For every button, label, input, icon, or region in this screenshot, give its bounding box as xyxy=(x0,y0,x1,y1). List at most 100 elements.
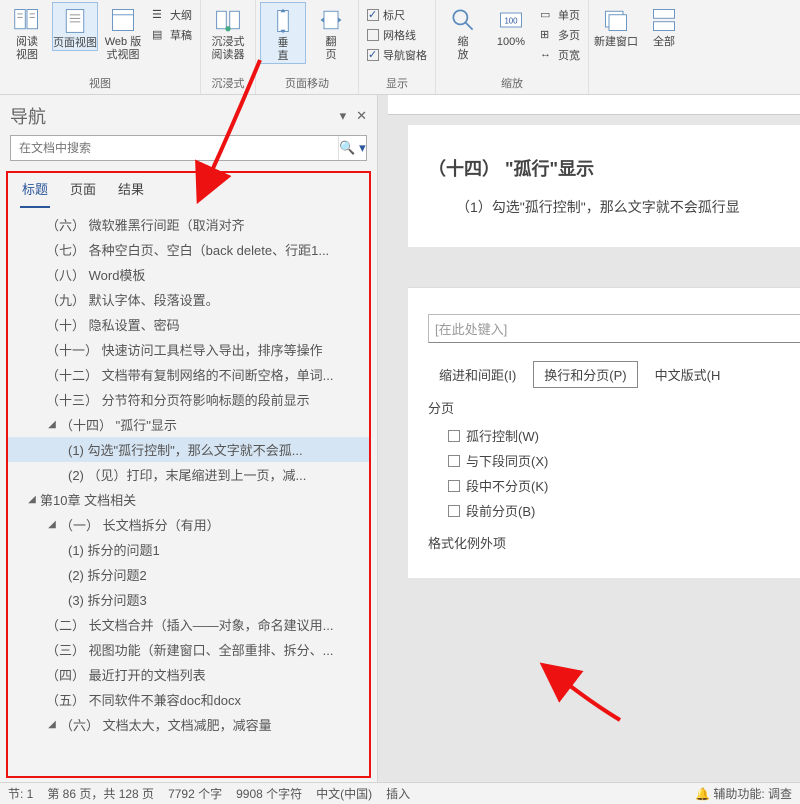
vertical-button[interactable]: 垂直 xyxy=(260,2,306,64)
widow-control-checkbox[interactable]: 孤行控制(W) xyxy=(428,423,800,448)
ribbon-group-zoom: 缩放 100 100% ▭单页 ⊞多页 ↔页宽 缩放 xyxy=(436,0,589,94)
status-page[interactable]: 第 86 页，共 128 页 xyxy=(47,785,154,802)
ruler[interactable] xyxy=(388,95,800,115)
nav-close-icon[interactable]: ✕ xyxy=(356,108,367,124)
outline-button[interactable]: ☰大纲 xyxy=(148,6,196,24)
keep-next-checkbox[interactable]: 与下段同页(X) xyxy=(428,448,800,473)
immersive-label: 沉浸式阅读器 xyxy=(212,36,245,62)
hundred-label: 100% xyxy=(497,36,525,49)
tree-item[interactable]: （二） 长文档合并（插入——对象，命名建议用... xyxy=(8,612,369,637)
ribbon-group-show: 标尺 网格线 导航窗格 显示 xyxy=(359,0,436,94)
tree-item[interactable]: （四） 最近打开的文档列表 xyxy=(8,662,369,687)
all-windows-button[interactable]: 全部 xyxy=(641,2,687,49)
group-label-pagemove: 页面移动 xyxy=(285,73,329,94)
multi-page-button[interactable]: ⊞多页 xyxy=(536,26,584,44)
grid-checkbox[interactable]: 网格线 xyxy=(363,26,431,44)
tree-item[interactable]: （六） 微软雅黑行间距（取消对齐 xyxy=(8,212,369,237)
navigation-pane: 导航 ▾ ✕ 🔍 ▾ 标题 页面 结果 （六） 微软雅黑行间距（取消对齐 （七）… xyxy=(0,95,378,782)
tree-item[interactable]: （十） 隐私设置、密码 xyxy=(8,312,369,337)
read-view-button[interactable]: 阅读视图 xyxy=(4,2,50,62)
tree-item[interactable]: ◢（六） 文档太大，文档减肥，减容量 xyxy=(8,712,369,737)
annotation-red-box: 标题 页面 结果 （六） 微软雅黑行间距（取消对齐 （七） 各种空白页、空白（b… xyxy=(6,171,371,778)
zoom-button[interactable]: 缩放 xyxy=(440,2,486,62)
headings-tree: （六） 微软雅黑行间距（取消对齐 （七） 各种空白页、空白（back delet… xyxy=(8,208,369,741)
ribbon-group-immersive: 沉浸式阅读器 沉浸式 xyxy=(201,0,256,94)
tree-item[interactable]: （五） 不同软件不兼容doc和docx xyxy=(8,687,369,712)
tab-indent[interactable]: 缩进和间距(I) xyxy=(428,361,527,388)
magnifier-icon xyxy=(449,6,477,34)
hundred-button[interactable]: 100 100% xyxy=(488,2,534,49)
tree-item[interactable]: (3) 拆分问题3 xyxy=(8,587,369,612)
single-page-button[interactable]: ▭单页 xyxy=(536,6,584,24)
tree-item[interactable]: （九） 默认字体、段落设置。 xyxy=(8,287,369,312)
all-label: 全部 xyxy=(653,36,675,49)
document-page[interactable]: （十四） "孤行"显示 （1）勾选"孤行控制"，那么文字就不会孤行显 xyxy=(408,125,800,247)
tab-linebreak[interactable]: 换行和分页(P) xyxy=(533,361,637,388)
web-view-button[interactable]: Web 版式视图 xyxy=(100,2,146,62)
flip-button[interactable]: 翻页 xyxy=(308,2,354,62)
document-area: （十四） "孤行"显示 （1）勾选"孤行控制"，那么文字就不会孤行显 [在此处键… xyxy=(378,95,800,782)
ruler-checkbox[interactable]: 标尺 xyxy=(363,6,431,24)
group-label-views: 视图 xyxy=(89,73,111,94)
tree-item[interactable]: (2) （见）打印，末尾缩进到上一页，减... xyxy=(8,462,369,487)
tree-item[interactable]: ◢第10章 文档相关 xyxy=(8,487,369,512)
tree-item[interactable]: （十二） 文档带有复制网络的不间断空格，单词... xyxy=(8,362,369,387)
page-icon xyxy=(61,7,89,35)
nav-header: 导航 ▾ ✕ xyxy=(0,95,377,135)
page-width-button[interactable]: ↔页宽 xyxy=(536,46,584,64)
draft-button[interactable]: ▤草稿 xyxy=(148,26,196,44)
tab-pages[interactable]: 页面 xyxy=(68,173,98,208)
dialog-section-label: 分页 xyxy=(428,398,800,417)
page-break-checkbox[interactable]: 段前分页(B) xyxy=(428,498,800,523)
page-view-label: 页面视图 xyxy=(53,37,97,50)
vertical-icon xyxy=(269,7,297,35)
search-icon[interactable]: 🔍 ▾ xyxy=(338,136,366,160)
navpane-checkbox[interactable]: 导航窗格 xyxy=(363,46,431,64)
group-label-immersive: 沉浸式 xyxy=(212,73,245,94)
type-here-placeholder[interactable]: [在此处键入] xyxy=(428,314,800,343)
nav-dropdown-icon[interactable]: ▾ xyxy=(340,108,347,124)
status-words[interactable]: 7792 个字 xyxy=(168,785,222,802)
new-window-button[interactable]: 新建窗口 xyxy=(593,2,639,49)
tree-item[interactable]: (2) 拆分问题2 xyxy=(8,562,369,587)
search-input[interactable] xyxy=(11,141,338,155)
status-chars[interactable]: 9908 个字符 xyxy=(236,785,302,802)
tab-headings[interactable]: 标题 xyxy=(20,173,50,208)
status-accessibility[interactable]: 🔔 辅助功能: 调查 xyxy=(695,785,792,802)
tree-item-selected[interactable]: (1) 勾选"孤行控制"，那么文字就不会孤... xyxy=(8,437,369,462)
tree-item[interactable]: （七） 各种空白页、空白（back delete、行距1... xyxy=(8,237,369,262)
tab-results[interactable]: 结果 xyxy=(116,173,146,208)
tree-item[interactable]: ◢（一） 长文档拆分（有用） xyxy=(8,512,369,537)
doc-paragraph: （1）勾选"孤行控制"，那么文字就不会孤行显 xyxy=(428,197,800,217)
tree-item[interactable]: （三） 视图功能（新建窗口、全部重排、拆分、... xyxy=(8,637,369,662)
keep-lines-checkbox[interactable]: 段中不分页(K) xyxy=(428,473,800,498)
paragraph-dialog-tabs: 缩进和间距(I) 换行和分页(P) 中文版式(H xyxy=(428,361,800,388)
ribbon-group-views: 阅读视图 页面视图 Web 版式视图 ☰大纲 ▤草稿 视图 xyxy=(0,0,201,94)
tree-item[interactable]: （十一） 快速访问工具栏导入导出，排序等操作 xyxy=(8,337,369,362)
ribbon: 阅读视图 页面视图 Web 版式视图 ☰大纲 ▤草稿 视图 沉浸式阅读器 沉浸式 xyxy=(0,0,800,95)
chevron-down-icon: ◢ xyxy=(26,494,38,505)
flip-icon xyxy=(317,6,345,34)
zoom-label: 缩放 xyxy=(458,36,469,62)
status-insert[interactable]: 插入 xyxy=(386,785,410,802)
nav-tabs: 标题 页面 结果 xyxy=(8,173,369,208)
search-box[interactable]: 🔍 ▾ xyxy=(10,135,367,161)
document-page-2[interactable]: [在此处键入] 缩进和间距(I) 换行和分页(P) 中文版式(H 分页 孤行控制… xyxy=(408,287,800,578)
tree-item[interactable]: （十三） 分节符和分页符影响标题的段前显示 xyxy=(8,387,369,412)
vertical-label: 垂直 xyxy=(278,37,289,63)
chevron-down-icon: ◢ xyxy=(46,419,58,430)
page-view-button[interactable]: 页面视图 xyxy=(52,2,98,51)
status-section[interactable]: 节: 1 xyxy=(8,785,33,802)
dialog-exceptions-label: 格式化例外项 xyxy=(428,533,800,552)
status-lang[interactable]: 中文(中国) xyxy=(316,785,372,802)
tree-item[interactable]: （八） Word模板 xyxy=(8,262,369,287)
book-icon xyxy=(13,6,41,34)
tab-chinese[interactable]: 中文版式(H xyxy=(644,361,732,388)
tree-item[interactable]: ◢（十四） "孤行"显示 xyxy=(8,412,369,437)
chevron-down-icon: ◢ xyxy=(46,519,58,530)
tree-item[interactable]: (1) 拆分的问题1 xyxy=(8,537,369,562)
newwin-label: 新建窗口 xyxy=(594,36,638,49)
immersive-reader-button[interactable]: 沉浸式阅读器 xyxy=(205,2,251,62)
nav-title: 导航 xyxy=(10,103,46,129)
web-view-label: Web 版式视图 xyxy=(100,36,146,62)
